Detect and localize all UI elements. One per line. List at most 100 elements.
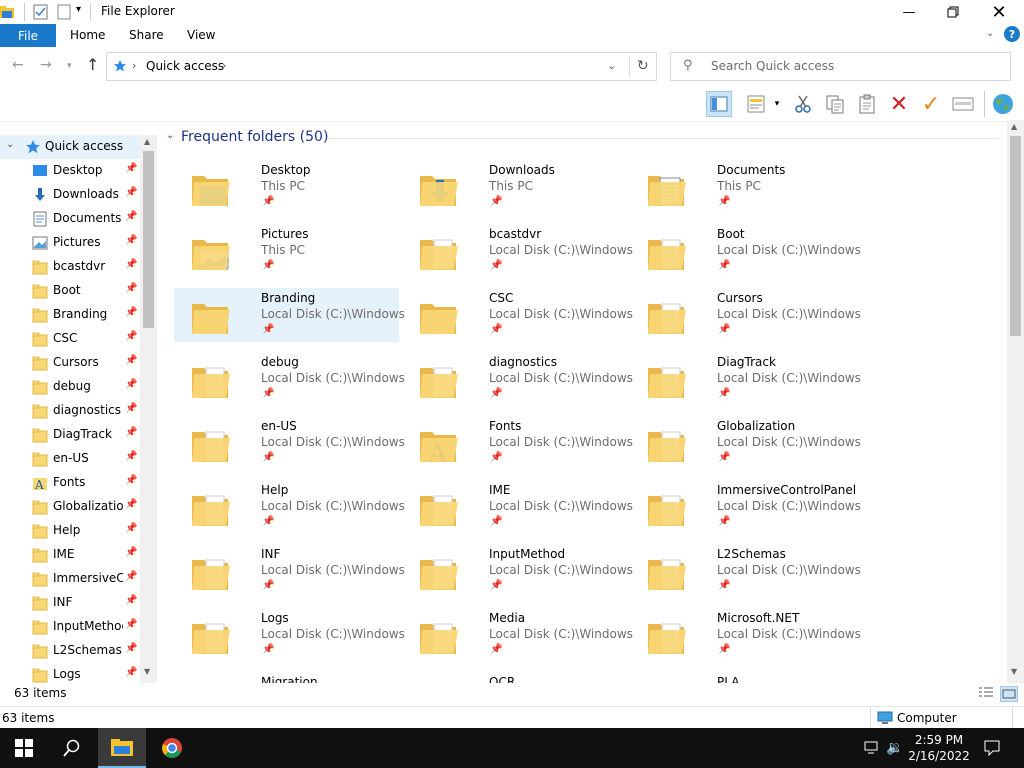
nav-item[interactable]: Help 📌	[0, 519, 140, 543]
clock[interactable]: 2:59 PM 2/16/2022	[906, 728, 972, 768]
folder-tile[interactable]: CSC Local Disk (C:)\Windows 📌	[402, 288, 633, 342]
back-button[interactable]: ←	[12, 57, 24, 73]
folder-tile[interactable]: Help Local Disk (C:)\Windows 📌	[174, 480, 405, 534]
folder-tile[interactable]: Branding Local Disk (C:)\Windows 📌	[174, 288, 405, 342]
properties-icon[interactable]	[33, 3, 51, 21]
nav-item[interactable]: L2Schemas 📌	[0, 639, 140, 663]
network-icon[interactable]	[862, 728, 882, 768]
volume-icon[interactable]: 🔉	[884, 728, 906, 768]
explorer-app-icon[interactable]	[0, 3, 18, 21]
recent-locations-chevron-icon[interactable]: ▾	[67, 61, 72, 71]
folder-tile[interactable]: INF Local Disk (C:)\Windows 📌	[174, 544, 405, 598]
folder-tile[interactable]: A Fonts Local Disk (C:)\Windows 📌	[402, 416, 633, 470]
nav-item[interactable]: bcastdvr 📌	[0, 255, 140, 279]
scroll-down-icon[interactable]: ▼	[144, 667, 150, 676]
new-folder-icon[interactable]	[57, 3, 75, 21]
search-input[interactable]: ⚲ Search Quick access	[670, 52, 1011, 81]
content-scroll-thumb[interactable]	[1010, 136, 1021, 336]
cut-icon[interactable]	[790, 91, 816, 117]
nav-scroll-thumb[interactable]	[143, 151, 154, 328]
folder-tile[interactable]: Migration	[174, 672, 399, 683]
start-button[interactable]	[0, 728, 48, 768]
folder-tile[interactable]: PLA	[630, 672, 855, 683]
nav-item[interactable]: en-US 📌	[0, 447, 140, 471]
paste-icon[interactable]	[854, 91, 880, 117]
help-icon[interactable]: ?	[1004, 26, 1020, 42]
nav-item[interactable]: Boot 📌	[0, 279, 140, 303]
customize-qa-chevron-icon[interactable]: ▾	[76, 4, 81, 15]
nav-item[interactable]: Logs 📌	[0, 663, 140, 683]
folder-tile[interactable]: L2Schemas Local Disk (C:)\Windows 📌	[630, 544, 861, 598]
nav-item[interactable]: IME 📌	[0, 543, 140, 567]
nav-item[interactable]: Documents 📌	[0, 207, 140, 231]
folder-tile[interactable]: OCR	[402, 672, 627, 683]
folder-tile[interactable]: Media Local Disk (C:)\Windows 📌	[402, 608, 633, 662]
folder-tile[interactable]: Microsoft.NET Local Disk (C:)\Windows 📌	[630, 608, 861, 662]
search-taskbar-icon[interactable]	[48, 728, 96, 768]
nav-item[interactable]: Globalization📌	[0, 495, 140, 519]
expand-ribbon-chevron-icon[interactable]: ⌄	[986, 28, 994, 39]
folder-tile[interactable]: Documents This PC 📌	[630, 160, 855, 214]
folder-tile[interactable]: Globalization Local Disk (C:)\Windows 📌	[630, 416, 861, 470]
preview-pane-icon[interactable]	[706, 91, 732, 117]
folder-tile[interactable]: en-US Local Disk (C:)\Windows 📌	[174, 416, 405, 470]
nav-item[interactable]: Downloads 📌	[0, 183, 140, 207]
maximize-button[interactable]	[930, 0, 976, 24]
nav-quick-access[interactable]: ⌄ Quick access	[0, 135, 140, 159]
tab-share[interactable]: Share	[129, 28, 164, 42]
group-header[interactable]: Frequent folders (50)	[181, 129, 328, 145]
folder-tile[interactable]: Logs Local Disk (C:)\Windows 📌	[174, 608, 405, 662]
notification-icon[interactable]	[980, 728, 1004, 768]
folder-tile[interactable]: InputMethod Local Disk (C:)\Windows 📌	[402, 544, 633, 598]
folder-tile[interactable]: Cursors Local Disk (C:)\Windows 📌	[630, 288, 861, 342]
folder-tile[interactable]: Downloads This PC 📌	[402, 160, 627, 214]
address-bar[interactable]: › Quick access › ⌄ ↻	[106, 52, 657, 81]
tab-file[interactable]: File	[0, 24, 56, 47]
nav-item[interactable]: Pictures 📌	[0, 231, 140, 255]
folder-tile[interactable]: Pictures This PC 📌	[174, 224, 399, 278]
chrome-taskbar-icon[interactable]	[148, 728, 196, 768]
nav-item[interactable]: diagnostics 📌	[0, 399, 140, 423]
nav-item[interactable]: Branding 📌	[0, 303, 140, 327]
folder-tile[interactable]: ImmersiveControlPanel Local Disk (C:)\Win…	[630, 480, 861, 534]
details-view-icon[interactable]	[978, 686, 994, 703]
nav-item[interactable]: Cursors 📌	[0, 351, 140, 375]
address-dropdown-chevron-icon[interactable]: ⌄	[607, 59, 616, 72]
content-scroll-down-icon[interactable]: ▼	[1011, 667, 1017, 676]
folder-tile[interactable]: bcastdvr Local Disk (C:)\Windows 📌	[402, 224, 633, 278]
scroll-up-icon[interactable]: ▲	[144, 137, 150, 146]
copy-icon[interactable]	[822, 91, 848, 117]
nav-item[interactable]: ImmersiveCo📌	[0, 567, 140, 591]
up-button[interactable]: ↑	[86, 55, 99, 74]
new-item-chevron-icon[interactable]: ▾	[770, 91, 784, 117]
group-collapse-chevron-icon[interactable]: ⌄	[166, 130, 174, 141]
tab-home[interactable]: Home	[70, 28, 105, 42]
folder-tile[interactable]: debug Local Disk (C:)\Windows 📌	[174, 352, 405, 406]
folder-tile[interactable]: diagnostics Local Disk (C:)\Windows 📌	[402, 352, 633, 406]
folder-tile[interactable]: IME Local Disk (C:)\Windows 📌	[402, 480, 633, 534]
large-icons-view-icon[interactable]	[1000, 686, 1018, 702]
nav-item[interactable]: A Fonts 📌	[0, 471, 140, 495]
folder-tile[interactable]: Desktop This PC 📌	[174, 160, 399, 214]
forward-button[interactable]: →	[40, 57, 52, 73]
globe-icon[interactable]	[990, 91, 1016, 117]
nav-item[interactable]: Desktop 📌	[0, 159, 140, 183]
folder-tile[interactable]: Boot Local Disk (C:)\Windows 📌	[630, 224, 861, 278]
breadcrumb-quick-access[interactable]: Quick access	[146, 59, 224, 73]
nav-item[interactable]: INF 📌	[0, 591, 140, 615]
nav-scrollbar[interactable]: ▲ ▼	[140, 135, 157, 683]
nav-item[interactable]: CSC 📌	[0, 327, 140, 351]
delete-icon[interactable]: ✕	[886, 91, 912, 117]
collapse-chevron-icon[interactable]: ⌄	[6, 139, 14, 150]
close-button[interactable]: ✕	[976, 0, 1022, 24]
properties-toolbar-icon[interactable]	[950, 91, 976, 117]
nav-item[interactable]: DiagTrack 📌	[0, 423, 140, 447]
new-item-icon[interactable]	[744, 91, 770, 117]
folder-tile[interactable]: DiagTrack Local Disk (C:)\Windows 📌	[630, 352, 861, 406]
file-explorer-taskbar-icon[interactable]	[98, 728, 146, 768]
content-scrollbar[interactable]: ▲ ▼	[1007, 120, 1024, 683]
nav-item[interactable]: debug 📌	[0, 375, 140, 399]
tab-view[interactable]: View	[187, 28, 215, 42]
rename-check-icon[interactable]: ✓	[918, 91, 944, 117]
refresh-icon[interactable]: ↻	[637, 58, 649, 74]
